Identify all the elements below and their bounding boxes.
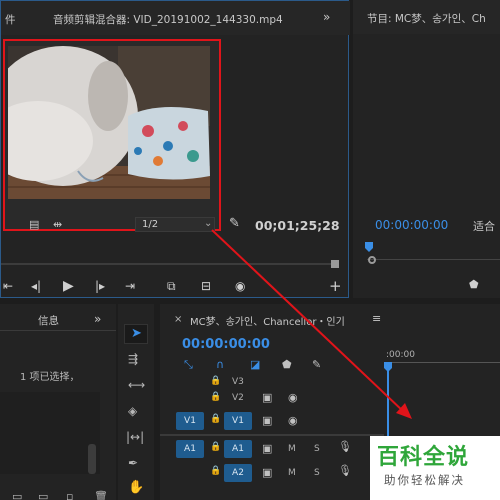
- watermark-logo: 百科全说 助你轻松解决: [370, 436, 500, 500]
- annotation-arrow: [211, 229, 412, 419]
- watermark-title: 百科全说: [377, 445, 470, 470]
- premiere-workspace: 件 音频剪辑混合器: VID_20191002_144330.mp4 » ▤ ⇹…: [0, 0, 500, 500]
- watermark-subtitle: 助你轻松解决: [384, 473, 465, 487]
